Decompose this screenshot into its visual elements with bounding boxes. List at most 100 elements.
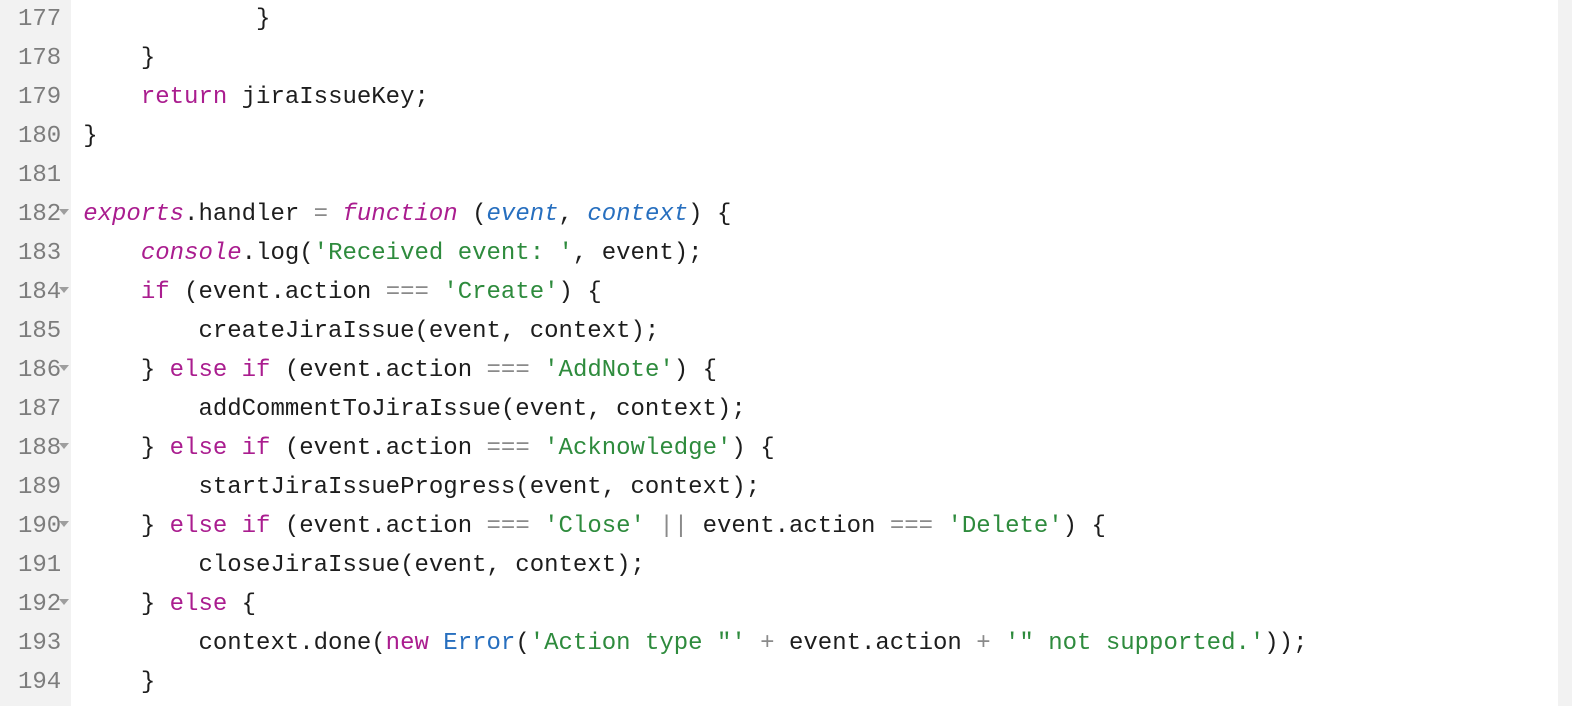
indent <box>83 318 198 345</box>
code-line[interactable]: } else if (event.action === 'Acknowledge… <box>83 429 1572 468</box>
code-line[interactable]: startJiraIssueProgress(event, context); <box>83 468 1572 507</box>
token-ident: event.action <box>775 630 977 657</box>
indent <box>83 6 256 33</box>
token-brace: } <box>141 591 155 618</box>
line-number[interactable]: 178 <box>18 39 61 78</box>
token-sp <box>328 201 342 228</box>
line-number[interactable]: 188 <box>18 429 61 468</box>
code-line[interactable]: } <box>83 39 1572 78</box>
token-op: = <box>314 201 328 228</box>
fold-marker-icon[interactable] <box>59 365 69 371</box>
code-line[interactable]: } <box>83 663 1572 702</box>
indent <box>83 84 141 111</box>
code-line[interactable]: if (event.action === 'Create') { <box>83 273 1572 312</box>
line-number[interactable]: 183 <box>18 234 61 273</box>
token-sp <box>530 435 544 462</box>
token-brace: } <box>141 513 155 540</box>
token-str: 'Close' <box>544 513 645 540</box>
line-number[interactable]: 189 <box>18 468 61 507</box>
token-ident: , event); <box>573 240 703 267</box>
token-str: 'Action type "' <box>530 630 746 657</box>
line-number-text: 182 <box>18 201 61 228</box>
code-line[interactable] <box>83 156 1572 195</box>
code-line[interactable]: addCommentToJiraIssue(event, context); <box>83 390 1572 429</box>
token-ident: .handler <box>184 201 314 228</box>
code-line[interactable]: exports.handler = function (event, conte… <box>83 195 1572 234</box>
token-ident: createJiraIssue(event, context); <box>198 318 659 345</box>
token-sp <box>933 513 947 540</box>
code-area[interactable]: } } return jiraIssueKey;} exports.handler… <box>71 0 1572 706</box>
line-number-text: 179 <box>18 84 61 111</box>
token-ident <box>746 630 760 657</box>
line-number-gutter[interactable]: 177178179180181182 183184 185186 187188 … <box>0 0 71 706</box>
code-line[interactable]: console.log('Received event: ', event); <box>83 234 1572 273</box>
fold-marker-icon[interactable] <box>59 443 69 449</box>
token-brace: } <box>256 6 270 33</box>
line-number[interactable]: 192 <box>18 585 61 624</box>
fold-marker-icon[interactable] <box>59 521 69 527</box>
token-ident: ( <box>515 630 529 657</box>
code-line[interactable]: } <box>83 117 1572 156</box>
line-number[interactable]: 182 <box>18 195 61 234</box>
token-sp <box>155 513 169 540</box>
code-line[interactable]: } else if (event.action === 'Close' || e… <box>83 507 1572 546</box>
token-ident: event.action <box>688 513 890 540</box>
line-number[interactable]: 191 <box>18 546 61 585</box>
code-line[interactable]: } else if (event.action === 'AddNote') { <box>83 351 1572 390</box>
line-number-text: 190 <box>18 513 61 540</box>
line-number-text: 185 <box>18 318 61 345</box>
line-number-text: 180 <box>18 123 61 150</box>
fold-marker-icon[interactable] <box>59 287 69 293</box>
token-str: 'Received event: ' <box>314 240 573 267</box>
token-ident: , <box>559 201 588 228</box>
line-number[interactable]: 187 <box>18 390 61 429</box>
indent <box>83 396 198 423</box>
token-kw2: else <box>170 513 228 540</box>
token-ident: ; <box>414 84 428 111</box>
fold-marker-icon[interactable] <box>59 209 69 215</box>
code-line[interactable]: } else { <box>83 585 1572 624</box>
token-ident: ) <box>731 435 760 462</box>
line-number[interactable]: 195 <box>18 702 61 706</box>
code-line[interactable]: } <box>83 0 1572 39</box>
token-param: event <box>487 201 559 228</box>
token-ident: )); <box>1264 630 1307 657</box>
code-line[interactable]: createJiraIssue(event, context); <box>83 312 1572 351</box>
line-number[interactable]: 181 <box>18 156 61 195</box>
code-line[interactable]: context.done(new Error('Action type "' +… <box>83 624 1572 663</box>
token-sp <box>227 513 241 540</box>
line-number[interactable]: 177 <box>18 0 61 39</box>
line-number[interactable]: 193 <box>18 624 61 663</box>
line-number-text: 186 <box>18 357 61 384</box>
token-kw2: return <box>141 84 227 111</box>
token-brace: { <box>760 435 774 462</box>
indent <box>83 630 198 657</box>
line-number-text: 194 <box>18 669 61 696</box>
token-kw: function <box>342 201 457 228</box>
line-number[interactable]: 179 <box>18 78 61 117</box>
line-number[interactable]: 194 <box>18 663 61 702</box>
code-line[interactable]: closeJiraIssue(event, context); <box>83 546 1572 585</box>
token-sp <box>227 591 241 618</box>
token-sp <box>530 513 544 540</box>
line-number[interactable]: 184 <box>18 273 61 312</box>
token-ident: (event.action <box>270 435 486 462</box>
token-brace: } <box>141 435 155 462</box>
token-brace: } <box>141 357 155 384</box>
token-brace: { <box>717 201 731 228</box>
token-op: || <box>659 513 688 540</box>
fold-marker-icon[interactable] <box>59 599 69 605</box>
line-number[interactable]: 185 <box>18 312 61 351</box>
token-ident: startJiraIssueProgress(event, context); <box>198 474 760 501</box>
token-kw2: if <box>141 279 170 306</box>
line-number[interactable]: 186 <box>18 351 61 390</box>
token-brace: } <box>141 45 155 72</box>
code-editor[interactable]: 177178179180181182 183184 185186 187188 … <box>0 0 1572 706</box>
indent <box>83 45 141 72</box>
token-ident: addCommentToJiraIssue(event, context); <box>198 396 745 423</box>
code-line[interactable]: return jiraIssueKey; <box>83 78 1572 117</box>
code-line[interactable]: }; <box>83 702 1572 706</box>
token-str: 'Acknowledge' <box>544 435 731 462</box>
line-number[interactable]: 180 <box>18 117 61 156</box>
line-number[interactable]: 190 <box>18 507 61 546</box>
